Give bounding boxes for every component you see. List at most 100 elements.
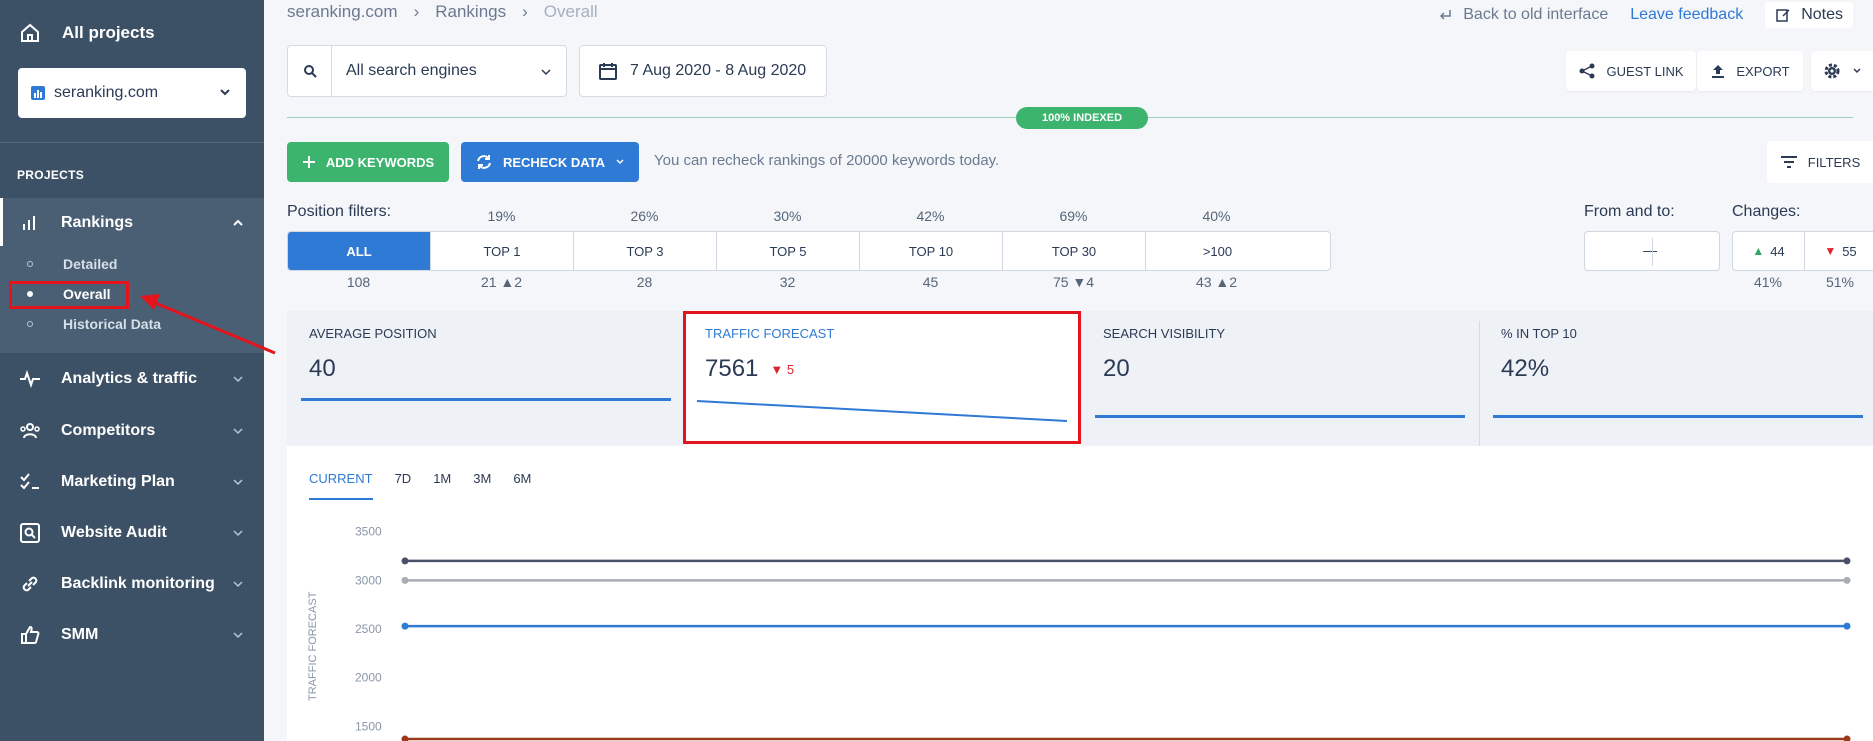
- sidebar-item-analytics[interactable]: Analytics & traffic: [0, 354, 264, 404]
- bullet-icon: [27, 261, 33, 267]
- changes-filter: ▲ 44 ▼ 55: [1732, 231, 1873, 271]
- sidebar-item-smm[interactable]: SMM: [0, 610, 264, 660]
- chart-panel: CURRENT 7D 1M 3M 6M TRAFFIC FORECAST 350…: [287, 446, 1873, 741]
- metric-top10[interactable]: % IN TOP 10 42%: [1479, 311, 1873, 446]
- export-label: EXPORT: [1736, 63, 1790, 79]
- sidebar-label: Competitors: [61, 422, 156, 439]
- down-arrow-icon: ▼: [1072, 274, 1087, 290]
- filter-top5-button[interactable]: TOP 5: [717, 232, 860, 270]
- chevron-down-icon: [233, 581, 243, 588]
- home-icon: [21, 23, 39, 42]
- changes-down-button[interactable]: ▼ 55: [1805, 232, 1873, 270]
- filter-top3-button[interactable]: TOP 3: [574, 232, 717, 270]
- settings-button[interactable]: [1811, 51, 1873, 91]
- breadcrumb-separator: ›: [413, 2, 420, 21]
- data-point[interactable]: [401, 622, 409, 630]
- return-arrow-icon: [1440, 10, 1451, 20]
- filter-percent: 40%: [1202, 208, 1231, 224]
- main-content: seranking.com › Rankings › Overall Back …: [264, 0, 1873, 741]
- data-point[interactable]: [401, 576, 409, 584]
- breadcrumb-separator: ›: [522, 2, 528, 21]
- project-selector[interactable]: seranking.com: [18, 68, 246, 118]
- data-point[interactable]: [1843, 557, 1851, 565]
- audit-icon: [20, 523, 40, 543]
- changes-up-pct: 41%: [1753, 274, 1783, 290]
- from-to-input[interactable]: —: [1584, 231, 1720, 271]
- back-label: Back to old interface: [1463, 6, 1609, 23]
- filter-count: 45: [922, 274, 939, 290]
- chevron-down-icon: [233, 376, 243, 383]
- sidebar-item-website-audit[interactable]: Website Audit: [0, 508, 264, 558]
- sidebar-divider: [0, 142, 264, 143]
- changes-down-pct: 51%: [1825, 274, 1855, 290]
- search-engine-select[interactable]: All search engines: [287, 45, 567, 97]
- down-arrow-icon: ▼: [1824, 244, 1837, 258]
- export-button[interactable]: EXPORT: [1697, 51, 1803, 91]
- edit-icon: [1776, 9, 1790, 22]
- date-range-picker[interactable]: 7 Aug 2020 - 8 Aug 2020: [579, 45, 827, 97]
- notes-label: Notes: [1801, 6, 1843, 23]
- all-projects-label: All projects: [62, 23, 155, 42]
- chevron-up-icon: [233, 219, 243, 226]
- y-tick-label: 3000: [355, 573, 382, 587]
- upload-icon: [1712, 65, 1725, 78]
- filter-all-button[interactable]: ALL: [288, 232, 431, 270]
- rankings-label: Rankings: [61, 214, 134, 231]
- sidebar-item-rankings[interactable]: Rankings: [0, 198, 264, 248]
- up-arrow-icon: ▲: [500, 274, 515, 290]
- metric-search-visibility[interactable]: SEARCH VISIBILITY 20: [1081, 311, 1479, 446]
- data-point[interactable]: [401, 735, 409, 741]
- back-to-old-interface-link[interactable]: Back to old interface: [1439, 6, 1608, 24]
- indexed-badge: 100% INDEXED: [1016, 107, 1148, 129]
- guest-link-button[interactable]: GUEST LINK: [1566, 51, 1696, 91]
- pulse-icon: [20, 369, 40, 389]
- sidebar-item-backlink-monitoring[interactable]: Backlink monitoring: [0, 559, 264, 609]
- data-point[interactable]: [1843, 622, 1851, 630]
- breadcrumb-current: Overall: [543, 2, 598, 21]
- engine-value: All search engines: [346, 62, 477, 79]
- recheck-label: RECHECK DATA: [502, 154, 606, 170]
- breadcrumb-project[interactable]: seranking.com: [287, 2, 398, 22]
- date-range-value: 7 Aug 2020 - 8 Aug 2020: [630, 62, 807, 79]
- sub-label: Detailed: [63, 256, 118, 272]
- data-point[interactable]: [1843, 576, 1851, 584]
- filter-count: 21 ▲2: [480, 274, 523, 290]
- filter-top1-button[interactable]: TOP 1: [431, 232, 574, 270]
- recheck-data-button[interactable]: RECHECK DATA: [461, 142, 639, 182]
- filter-percent: 42%: [916, 208, 945, 224]
- notes-button[interactable]: Notes: [1765, 2, 1853, 28]
- filters-button[interactable]: FILTERS: [1767, 141, 1873, 183]
- filter-top30-button[interactable]: TOP 30: [1003, 232, 1146, 270]
- metric-value: 40: [309, 355, 336, 382]
- metric-value: 42%: [1501, 355, 1550, 382]
- bullet-icon: [27, 321, 33, 327]
- all-projects-link[interactable]: All projects: [0, 0, 264, 66]
- metric-average-position[interactable]: AVERAGE POSITION 40: [287, 311, 683, 446]
- metric-sparkline: [301, 398, 671, 401]
- data-point[interactable]: [401, 557, 409, 565]
- recheck-note: You can recheck rankings of 20000 keywor…: [654, 152, 1000, 169]
- changes-up-button[interactable]: ▲ 44: [1733, 232, 1805, 270]
- bar-chart-icon: [31, 86, 45, 100]
- checklist-icon: [20, 473, 39, 490]
- data-point[interactable]: [1843, 735, 1851, 741]
- users-icon: [20, 423, 40, 439]
- search-button[interactable]: [288, 46, 332, 96]
- metric-label: % IN TOP 10: [1501, 326, 1577, 341]
- breadcrumb-rankings[interactable]: Rankings: [435, 2, 506, 22]
- leave-feedback-link[interactable]: Leave feedback: [1630, 6, 1743, 24]
- metric-sparkline: [1493, 415, 1863, 418]
- filter-over100-button[interactable]: >100: [1146, 232, 1289, 270]
- chevron-down-icon: [1853, 68, 1861, 74]
- filter-count: 43 ▲2: [1195, 274, 1238, 290]
- position-filter-buttons: ALL TOP 1 TOP 3 TOP 5 TOP 10 TOP 30 >100: [287, 231, 1331, 271]
- chevron-down-icon: [233, 428, 243, 435]
- sidebar-label: Website Audit: [61, 524, 167, 541]
- sidebar-item-marketing-plan[interactable]: Marketing Plan: [0, 457, 264, 507]
- sidebar-item-competitors[interactable]: Competitors: [0, 406, 264, 456]
- add-keywords-button[interactable]: ADD KEYWORDS: [287, 142, 449, 182]
- sidebar-sub-detailed[interactable]: Detailed: [0, 250, 264, 278]
- filter-top10-button[interactable]: TOP 10: [860, 232, 1003, 270]
- rankings-icon: [23, 216, 35, 230]
- breadcrumb: seranking.com › Rankings › Overall: [287, 2, 598, 22]
